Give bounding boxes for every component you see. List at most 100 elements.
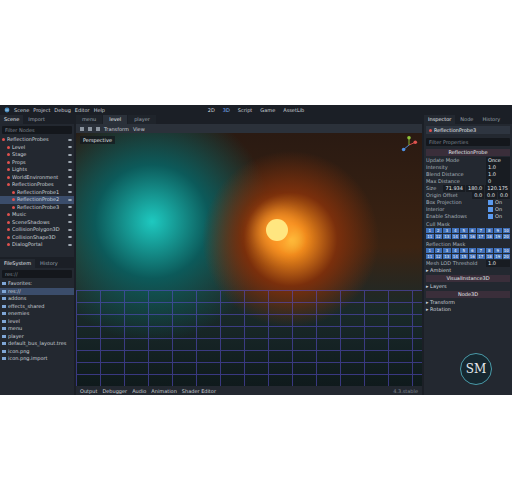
layer-bit[interactable]: 19 — [494, 234, 502, 239]
move-tool-icon[interactable] — [88, 127, 92, 131]
inspector-section[interactable]: ReflectionProbe — [426, 149, 510, 156]
visibility-icon[interactable] — [68, 221, 72, 223]
path-field[interactable]: res:// — [2, 270, 72, 278]
layer-bit[interactable]: 1 — [426, 228, 434, 233]
file-item[interactable]: effects_shared — [0, 303, 74, 311]
tree-item[interactable]: ReflectionProbe1 — [0, 189, 74, 197]
file-item[interactable]: enemies — [0, 310, 74, 318]
layer-bit[interactable]: 10 — [503, 248, 511, 253]
inspector-section[interactable]: VisualInstance3D — [426, 275, 510, 282]
layer-bit[interactable]: 15 — [460, 234, 468, 239]
file-item[interactable]: level — [0, 318, 74, 326]
visibility-icon[interactable] — [68, 161, 72, 163]
layer-bit[interactable]: 11 — [426, 254, 434, 259]
tree-item[interactable]: Level — [0, 144, 74, 152]
tree-item[interactable]: ReflectionProbe2 — [0, 196, 74, 204]
dock-tab[interactable]: History — [478, 115, 504, 124]
visibility-icon[interactable] — [68, 176, 72, 178]
workspace-button[interactable]: Game — [260, 107, 275, 113]
property-group[interactable]: ▸ Layers — [426, 283, 510, 290]
menu-item[interactable]: Project — [33, 107, 50, 113]
property-group[interactable]: ▸ Transform — [426, 299, 510, 306]
layer-bit[interactable]: 18 — [486, 234, 494, 239]
visibility-icon[interactable] — [68, 169, 72, 171]
filter-field[interactable]: Filter Properties — [426, 138, 510, 146]
vector-field[interactable]: 71.934 — [443, 185, 465, 192]
layer-bit[interactable]: 1 — [426, 248, 434, 253]
inspected-node[interactable]: ReflectionProbe3 — [426, 126, 510, 134]
perspective-label[interactable]: Perspective — [80, 136, 115, 144]
vector-field[interactable]: 180.0 — [466, 185, 484, 192]
layer-bit[interactable]: 20 — [503, 254, 511, 259]
workspace-button[interactable]: Script — [238, 107, 253, 113]
file-item[interactable]: icon.png — [0, 348, 74, 356]
file-item[interactable]: player — [0, 333, 74, 341]
layer-bit[interactable]: 14 — [452, 254, 460, 259]
tree-item[interactable]: ReflectionProbes — [0, 136, 74, 144]
dock-tab[interactable]: Scene — [0, 115, 23, 124]
layer-bit[interactable]: 8 — [486, 228, 494, 233]
file-item[interactable]: default_bus_layout.tres — [0, 340, 74, 348]
scene-tab[interactable]: player — [128, 115, 156, 124]
layer-bit[interactable]: 6 — [469, 228, 477, 233]
tree-item[interactable]: CollisionPolygon3D — [0, 226, 74, 234]
dock-tab[interactable]: History — [36, 259, 62, 268]
layer-bit[interactable]: 4 — [452, 248, 460, 253]
dock-tab[interactable]: Inspector — [424, 115, 455, 124]
checkbox[interactable]: On — [488, 213, 510, 220]
property-field[interactable]: 1.0 — [486, 164, 510, 171]
bottom-tab[interactable]: Debugger — [102, 388, 127, 394]
file-item[interactable]: menu — [0, 325, 74, 333]
layer-bit[interactable]: 19 — [494, 254, 502, 259]
visibility-icon[interactable] — [68, 199, 72, 201]
tree-item[interactable]: DialogPortal — [0, 241, 74, 249]
dock-tab[interactable]: Node — [456, 115, 477, 124]
file-item[interactable]: res:// — [0, 288, 74, 296]
visibility-icon[interactable] — [68, 191, 72, 193]
layer-bit[interactable]: 13 — [443, 254, 451, 259]
layer-bit[interactable]: 6 — [469, 248, 477, 253]
bottom-tab[interactable]: Audio — [132, 388, 146, 394]
tree-item[interactable]: SceneShadows — [0, 219, 74, 227]
layer-bit[interactable]: 20 — [503, 234, 511, 239]
layer-bit[interactable]: 8 — [486, 248, 494, 253]
menu-item[interactable]: Debug — [54, 107, 70, 113]
select-tool-icon[interactable] — [80, 127, 84, 131]
toolbar-menu[interactable]: View — [133, 126, 145, 132]
visibility-icon[interactable] — [68, 184, 72, 186]
layer-bit[interactable]: 15 — [460, 254, 468, 259]
tree-item[interactable]: Music — [0, 211, 74, 219]
layer-bit[interactable]: 11 — [426, 234, 434, 239]
tree-item[interactable]: Props — [0, 159, 74, 167]
layer-bit[interactable]: 2 — [435, 248, 443, 253]
workspace-button[interactable]: 2D — [208, 107, 215, 113]
vector-field[interactable]: 0.0 — [472, 192, 484, 199]
menu-item[interactable]: Scene — [14, 107, 29, 113]
layer-bit[interactable]: 14 — [452, 234, 460, 239]
property-group[interactable]: ▸ Ambient — [426, 267, 510, 274]
layer-bit[interactable]: 13 — [443, 234, 451, 239]
tree-item[interactable]: Lights — [0, 166, 74, 174]
checkbox[interactable]: On — [488, 206, 510, 213]
tree-item[interactable]: CollisionShape3D — [0, 234, 74, 242]
file-item[interactable]: Favorites: — [0, 280, 74, 288]
filter-field[interactable]: Filter Nodes — [2, 126, 72, 134]
layer-bit[interactable]: 16 — [469, 254, 477, 259]
layer-bit[interactable]: 9 — [494, 228, 502, 233]
tree-item[interactable]: ReflectionProbes — [0, 181, 74, 189]
axis-gizmo-icon[interactable] — [400, 136, 418, 154]
checkbox[interactable]: On — [488, 199, 510, 206]
bottom-tab[interactable]: Output — [80, 388, 97, 394]
layer-bit[interactable]: 3 — [443, 228, 451, 233]
layer-bit[interactable]: 16 — [469, 234, 477, 239]
visibility-icon[interactable] — [68, 206, 72, 208]
layer-bit[interactable]: 5 — [460, 228, 468, 233]
bottom-tab[interactable]: Animation — [151, 388, 177, 394]
file-item[interactable]: icon.png.import — [0, 355, 74, 363]
dock-tab[interactable]: FileSystem — [0, 259, 35, 268]
layer-bit[interactable]: 2 — [435, 228, 443, 233]
layer-bit[interactable]: 9 — [494, 248, 502, 253]
visibility-icon[interactable] — [68, 244, 72, 246]
inspector-section[interactable]: Node3D — [426, 291, 510, 298]
layer-bit[interactable]: 3 — [443, 248, 451, 253]
